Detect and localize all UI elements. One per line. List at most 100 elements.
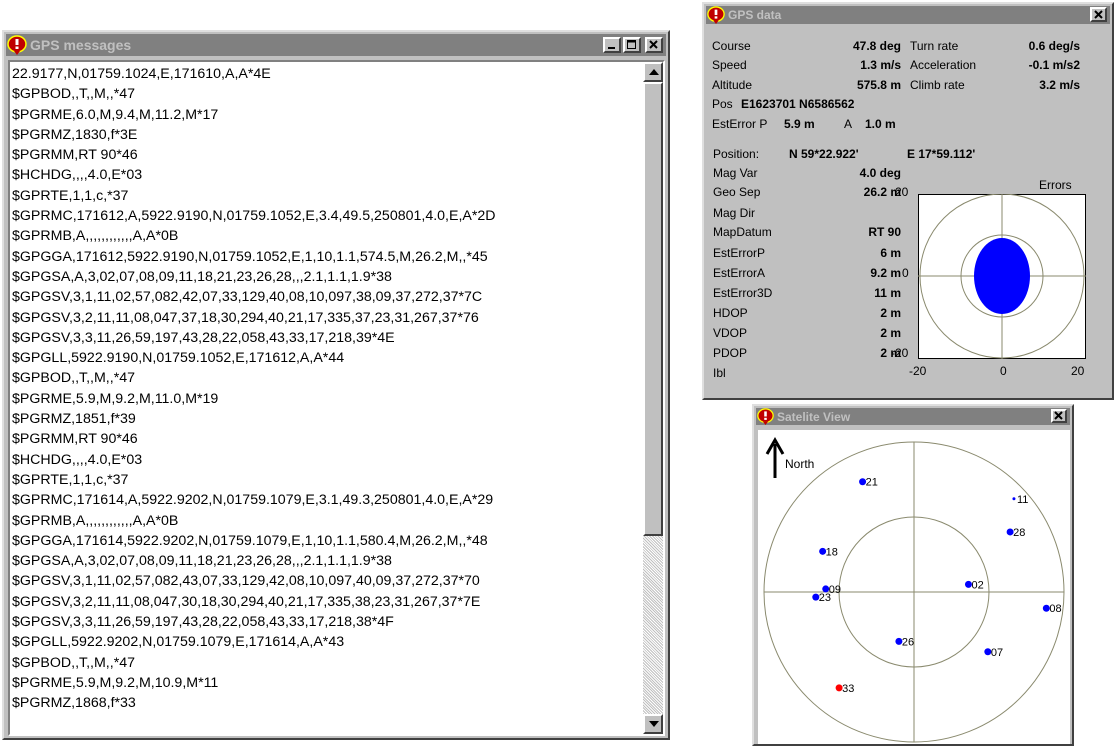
position-east-value: E 17*59.112' (907, 147, 976, 161)
satellite-label-26: 26 (902, 636, 914, 648)
close-button[interactable] (645, 37, 663, 53)
close-icon (1054, 411, 1063, 420)
satellite-label-18: 18 (826, 546, 838, 558)
message-line: $GPGLL,5922.9202,N,01759.1079,E,171614,A… (12, 634, 345, 651)
vertical-scrollbar[interactable] (643, 62, 663, 734)
message-line: $PGRMM,RT 90*46 (12, 147, 138, 164)
est-errorp-label: EstErrorP (713, 246, 766, 260)
mag-var-label: Mag Var (713, 166, 758, 180)
close-button[interactable] (1090, 7, 1107, 22)
sky-plot: North 2111281809230208260733 (763, 436, 1065, 743)
satellite-label-33: 33 (842, 683, 854, 695)
close-button[interactable] (1051, 409, 1067, 423)
a-value: 1.0 m (865, 117, 896, 131)
maximize-button[interactable] (623, 37, 641, 53)
satellite-titlebar[interactable]: Satelite View (756, 408, 1070, 425)
satellite-label-11: 11 (1017, 494, 1028, 506)
messages-titlebar[interactable]: GPS messages (6, 34, 666, 56)
vdop-value: 2 m (880, 326, 901, 340)
message-line: $GPGLL,5922.9190,N,01759.1052,E,171612,A… (12, 350, 345, 367)
satellite-label-21: 21 (866, 477, 878, 489)
est-error-p-value: 5.9 m (784, 117, 815, 131)
arrow-up-icon (649, 69, 659, 75)
ibl-label: Ibl (713, 366, 726, 380)
message-line: $PGRMZ,1851,f*39 (12, 411, 136, 428)
minimize-icon (608, 47, 615, 49)
messages-title: GPS messages (30, 37, 132, 53)
message-line: $GPGSV,3,1,11,02,57,082,42,07,33,129,40,… (12, 289, 483, 306)
close-icon (1093, 9, 1103, 19)
errors-x-max-label: 20 (1071, 364, 1085, 378)
message-line: $GPRTE,1,1,c,*37 (12, 187, 129, 204)
error-ellipse (974, 238, 1030, 314)
messages-list: 22.9177,N,01759.1024,E,171610,A,A*4E $GPB… (12, 64, 642, 734)
mag-dir-label: Mag Dir (713, 206, 756, 220)
messages-text-area[interactable]: 22.9177,N,01759.1024,E,171610,A,A*4E $GPB… (8, 60, 665, 736)
satellite-label-23: 23 (819, 592, 831, 604)
message-line: $GPGSV,3,1,11,02,57,082,43,07,33,129,42,… (12, 573, 480, 590)
app-balloon-icon (707, 6, 725, 24)
message-line: $GPRMB,A,,,,,,,,,,,,A,A*0B (12, 512, 179, 529)
speed-value: 1.3 m/s (860, 58, 901, 72)
scroll-track[interactable] (643, 536, 663, 714)
message-line: 22.9177,N,01759.1024,E,171610,A,A*4E (12, 66, 271, 82)
data-titlebar[interactable]: GPS data (706, 6, 1110, 24)
arrow-down-icon (649, 721, 659, 727)
altitude-label: Altitude (712, 78, 753, 92)
errors-x-zero-label: 0 (1000, 364, 1007, 378)
message-line: $GPGGA,171614,5922.9202,N,01759.1079,E,1… (12, 532, 488, 549)
north-arrow-icon (765, 436, 785, 478)
map-datum-value: RT 90 (868, 225, 901, 239)
message-line: $GPGSA,A,3,02,07,08,09,11,18,21,23,26,28… (12, 268, 392, 285)
message-line: $GPGGA,171612,5922.9190,N,01759.1052,E,1… (12, 248, 488, 265)
message-line: $PGRME,5.9,M,9.2,M,10.9,M*11 (12, 674, 219, 691)
vdop-label: VDOP (713, 326, 748, 340)
errors-y-zero-label: 0 (902, 266, 909, 280)
geo-sep-label: Geo Sep (713, 185, 761, 199)
turn-rate-value: 0.6 deg/s (1028, 39, 1080, 53)
data-title: GPS data (728, 8, 782, 22)
satellite-label-02: 02 (971, 579, 983, 591)
errors-plot (918, 194, 1086, 359)
message-line: $GPGSV,3,2,11,11,08,047,37,18,30,294,40,… (12, 309, 479, 326)
satellite-view-area: North 21 11 28 18 09 23 02 08 26 07 33 (758, 430, 1070, 744)
est-error-3d-value: 11 m (874, 286, 901, 300)
hdop-label: HDOP (713, 306, 748, 320)
errors-y-max-label: 20 (895, 185, 909, 199)
map-datum-label: MapDatum (713, 225, 772, 239)
message-line: $GPBOD,,T,,M,,*47 (12, 370, 135, 387)
message-line: $PGRME,5.9,M,9.2,M,11.0,M*19 (12, 390, 219, 407)
est-errorp-value: 6 m (880, 246, 901, 260)
maximize-icon (627, 40, 636, 49)
message-line: $GPBOD,,T,,M,,*47 (12, 86, 135, 103)
est-errora-value: 9.2 m (870, 266, 901, 280)
minimize-button[interactable] (603, 37, 621, 53)
errors-plot-title: Errors (1039, 178, 1072, 192)
altitude-value: 575.8 m (856, 78, 901, 92)
speed-label: Speed (712, 58, 747, 72)
message-line: $PGRMM,RT 90*46 (12, 431, 138, 448)
course-label: Course (712, 39, 751, 53)
climb-rate-value: 3.2 m/s (1039, 78, 1080, 92)
message-line: $GPRMC,171612,A,5922.9190,N,01759.1052,E… (12, 208, 496, 225)
message-line: $GPGSA,A,3,02,07,08,09,11,18,21,23,26,28… (12, 553, 392, 570)
message-line: $GPRMC,171614,A,5922.9202,N,01759.1079,E… (12, 492, 494, 509)
message-line: $PGRME,6.0,M,9.4,M,11.2,M*17 (12, 106, 219, 123)
hdop-value: 2 m (880, 306, 901, 320)
message-line: $PGRMZ,1868,f*33 (12, 695, 136, 712)
errors-x-min-label: -20 (909, 364, 927, 378)
scroll-down-button[interactable] (643, 714, 663, 734)
gps-messages-window: GPS messages 22.9177,N,01759.1024,E,1716… (2, 30, 670, 740)
scroll-up-button[interactable] (643, 62, 663, 82)
errors-y-min-label: -20 (891, 346, 909, 360)
course-value: 47.8 deg (852, 39, 901, 53)
scroll-thumb[interactable] (643, 82, 663, 536)
message-line: $HCHDG,,,,4.0,E*03 (12, 167, 143, 184)
satellite-view-window: Satelite View North 21 11 28 18 09 23 02 08 26 07… (752, 404, 1074, 746)
message-line: $GPRTE,1,1,c,*37 (12, 471, 129, 488)
message-line: $PGRMZ,1830,f*3E (12, 126, 138, 143)
satellite-label-28: 28 (1013, 527, 1025, 539)
satellite-label-07: 07 (991, 647, 1003, 659)
app-balloon-icon (7, 35, 27, 55)
pdop-label: PDOP (713, 346, 748, 360)
